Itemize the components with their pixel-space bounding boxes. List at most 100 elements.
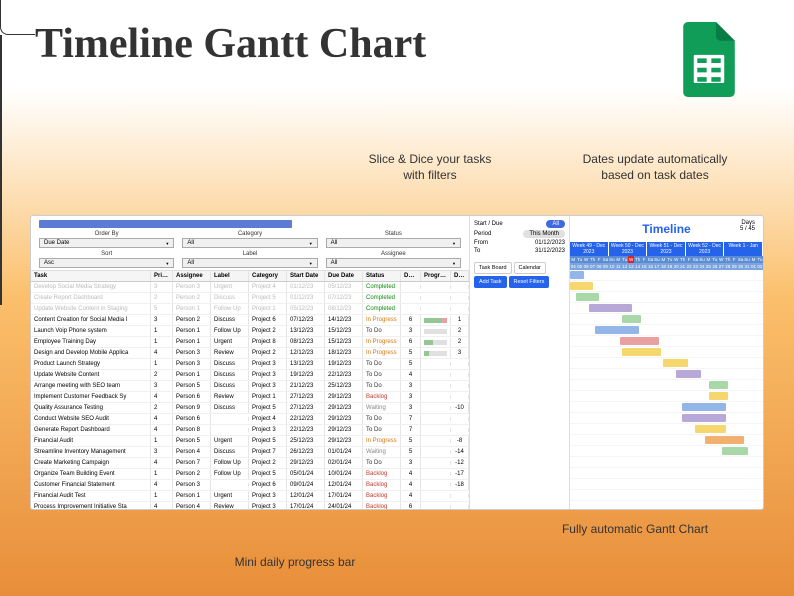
gantt-bar[interactable] bbox=[722, 447, 747, 455]
label-label: Label bbox=[182, 251, 317, 257]
progress-summary-bar bbox=[39, 220, 292, 228]
gantt-bar[interactable] bbox=[663, 359, 688, 367]
gantt-row bbox=[570, 303, 763, 314]
table-row[interactable]: Update Website Content in Staging5Person… bbox=[31, 304, 469, 315]
gantt-row bbox=[570, 369, 763, 380]
table-row[interactable]: Create Marketing Campaign4Person 7Follow… bbox=[31, 458, 469, 469]
add-task-button[interactable]: Add Task bbox=[474, 276, 507, 288]
days-counter: Days5 / 45 bbox=[740, 220, 755, 232]
gantt-bar[interactable] bbox=[676, 370, 701, 378]
gantt-bar[interactable] bbox=[705, 436, 744, 444]
timeline-panel: Timeline Week 49 - Dec 2023Week 50 - Dec… bbox=[570, 216, 763, 509]
week-cell: Week 51 - Dec 2023 bbox=[647, 242, 686, 256]
gantt-bar[interactable] bbox=[595, 326, 639, 334]
timeline-title: Timeline bbox=[570, 216, 763, 242]
order-by-dropdown[interactable]: Due Date bbox=[39, 238, 174, 248]
gantt-row bbox=[570, 457, 763, 468]
gantt-row bbox=[570, 380, 763, 391]
gantt-row bbox=[570, 325, 763, 336]
gantt-bar[interactable] bbox=[622, 348, 661, 356]
table-row[interactable]: Financial Audit1Person 5UrgentProject 52… bbox=[31, 436, 469, 447]
gantt-bar[interactable] bbox=[570, 271, 584, 279]
assignee-label: Assignee bbox=[326, 251, 461, 257]
table-row[interactable]: Arrange meeting with SEO team3Person 5Di… bbox=[31, 381, 469, 392]
table-row[interactable]: Quality Assurance Testing2Person 9Discus… bbox=[31, 403, 469, 414]
gantt-row bbox=[570, 336, 763, 347]
callout-filters: Slice & Dice your tasks with filters bbox=[360, 152, 500, 183]
table-row[interactable]: Update Website Content2Person 1DiscussPr… bbox=[31, 370, 469, 381]
table-row[interactable]: Customer Financial Statement4Person 3Pro… bbox=[31, 480, 469, 491]
calendar-button[interactable]: Calendar bbox=[514, 262, 546, 274]
date-cell: 02 bbox=[757, 263, 763, 270]
col-category[interactable]: Category bbox=[249, 271, 287, 281]
gantt-bar[interactable] bbox=[695, 425, 726, 433]
day-header: MTuWThFSaSuMTuWThFSaSuMTuWThFSaSuMTuWThF… bbox=[570, 256, 763, 263]
gantt-bar[interactable] bbox=[576, 293, 599, 301]
col-assignee[interactable]: Assignee bbox=[173, 271, 211, 281]
page-title: Timeline Gantt Chart bbox=[35, 20, 426, 68]
col-due[interactable]: Due Date bbox=[325, 271, 363, 281]
category-dropdown[interactable]: All bbox=[182, 238, 317, 248]
table-row[interactable]: Launch Voip Phone system1Person 1Follow … bbox=[31, 326, 469, 337]
period-label: Period bbox=[474, 231, 491, 237]
period-value[interactable]: This Month bbox=[523, 230, 565, 238]
sort-dropdown[interactable]: Asc bbox=[39, 258, 174, 268]
table-row[interactable]: Process Improvement Initiative Sta4Perso… bbox=[31, 502, 469, 509]
gantt-bar[interactable] bbox=[620, 337, 659, 345]
week-cell: Week 52 - Dec 2023 bbox=[686, 242, 725, 256]
table-row[interactable]: Design and Develop Mobile Applica4Person… bbox=[31, 348, 469, 359]
gantt-bar[interactable] bbox=[682, 414, 726, 422]
gantt-bar[interactable] bbox=[570, 282, 593, 290]
col-label[interactable]: Label bbox=[211, 271, 249, 281]
label-dropdown[interactable]: All bbox=[182, 258, 317, 268]
gantt-bar[interactable] bbox=[622, 315, 641, 323]
table-row[interactable]: Generate Report Dashboard4Person 8Projec… bbox=[31, 425, 469, 436]
start-due-value[interactable]: All bbox=[546, 220, 565, 228]
task-panel: Days5 / 45 Order ByDue Date CategoryAll … bbox=[31, 216, 470, 509]
gantt-row bbox=[570, 479, 763, 490]
callout-progress: Mini daily progress bar bbox=[220, 555, 370, 571]
table-row[interactable]: Develop Social Media Strategy3Person 3Ur… bbox=[31, 282, 469, 293]
category-label: Category bbox=[182, 231, 317, 237]
day-cell: Tu bbox=[757, 256, 763, 263]
date-header: 0405060708091011121314151617181920212223… bbox=[570, 263, 763, 270]
task-table: Task Priority Assignee Label Category St… bbox=[31, 271, 469, 509]
gantt-bar[interactable] bbox=[709, 381, 728, 389]
callout-line bbox=[0, 0, 35, 35]
table-row[interactable]: Content Creation for Social Media I3Pers… bbox=[31, 315, 469, 326]
table-row[interactable]: Streamline Inventory Management3Person 4… bbox=[31, 447, 469, 458]
col-status[interactable]: Status bbox=[363, 271, 401, 281]
table-row[interactable]: Employee Training Day1Person 1UrgentProj… bbox=[31, 337, 469, 348]
gantt-row bbox=[570, 402, 763, 413]
table-row[interactable]: Conduct Website SEO Audit4Person 6Projec… bbox=[31, 414, 469, 425]
gantt-bar[interactable] bbox=[709, 392, 728, 400]
from-label: From bbox=[474, 240, 488, 246]
callout-dates: Dates update automatically based on task… bbox=[565, 152, 745, 183]
col-task[interactable]: Task bbox=[31, 271, 151, 281]
col-due-in[interactable]: Due bbox=[451, 271, 469, 281]
assignee-dropdown[interactable]: All bbox=[326, 258, 461, 268]
reset-filters-button[interactable]: Reset Filters bbox=[509, 276, 550, 288]
gantt-row bbox=[570, 446, 763, 457]
col-progress[interactable]: Progress bbox=[421, 271, 451, 281]
gantt-bar[interactable] bbox=[682, 403, 726, 411]
status-dropdown[interactable]: All bbox=[326, 238, 461, 248]
week-cell: Week 49 - Dec 2023 bbox=[570, 242, 609, 256]
callout-line bbox=[0, 90, 2, 145]
table-row[interactable]: Organize Team Building Event1Person 2Fol… bbox=[31, 469, 469, 480]
sort-label: Sort bbox=[39, 251, 174, 257]
gantt-chart bbox=[570, 270, 763, 509]
gantt-row bbox=[570, 391, 763, 402]
gantt-row bbox=[570, 281, 763, 292]
gantt-bar[interactable] bbox=[589, 304, 631, 312]
table-row[interactable]: Implement Customer Feedback Sy4Person 6R… bbox=[31, 392, 469, 403]
table-row[interactable]: Financial Audit Test1Person 1UrgentProje… bbox=[31, 491, 469, 502]
google-sheets-icon bbox=[679, 22, 739, 97]
col-days[interactable]: Days bbox=[401, 271, 421, 281]
table-row[interactable]: Create Report Dashboard2Person 2DiscussP… bbox=[31, 293, 469, 304]
col-start[interactable]: Start Date bbox=[287, 271, 325, 281]
table-row[interactable]: Product Launch Strategy1Person 3DiscussP… bbox=[31, 359, 469, 370]
task-board-button[interactable]: Task Board bbox=[474, 262, 512, 274]
col-priority[interactable]: Priority bbox=[151, 271, 173, 281]
gantt-row bbox=[570, 435, 763, 446]
